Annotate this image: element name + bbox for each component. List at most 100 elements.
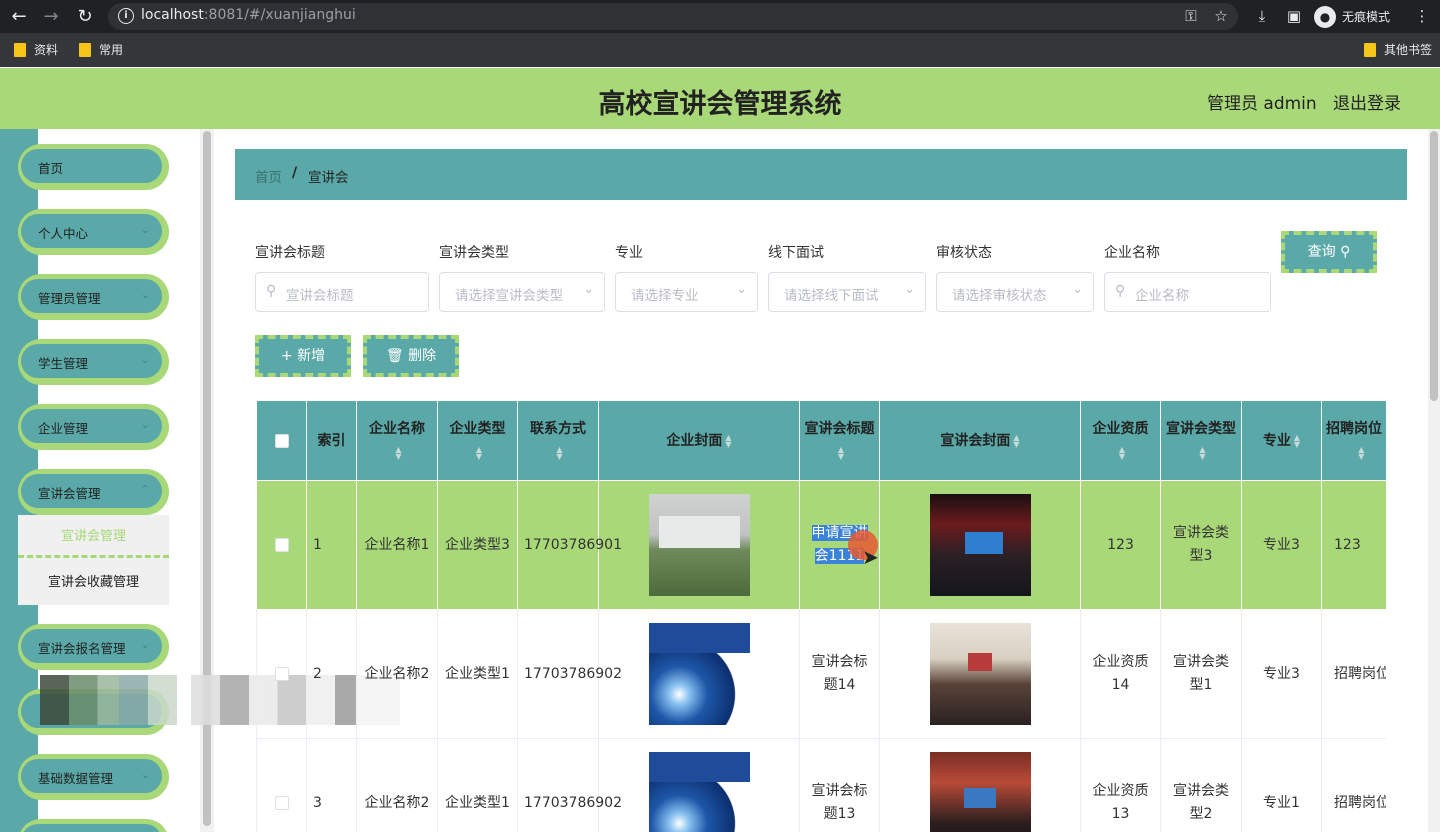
column-header[interactable]: 企业类型 ▲ ▼ — [437, 400, 518, 481]
submenu-item-seminar-favorites[interactable]: 宣讲会收藏管理 — [18, 560, 169, 605]
sidebar-item-students[interactable]: 学生管理 ⌄ — [18, 339, 169, 385]
cell-company-cover — [598, 609, 800, 739]
select-all-cell[interactable] — [256, 400, 307, 481]
chevron-down-icon: ⌄ — [583, 282, 594, 297]
sidebar-item-more[interactable] — [18, 819, 169, 832]
sidebar-item-label: 宣讲会管理 — [38, 486, 101, 501]
sort-icon[interactable]: ▲ ▼ — [1358, 445, 1364, 460]
row-checkbox[interactable] — [274, 666, 289, 681]
filter-label-major: 专业 — [615, 245, 643, 261]
address-bar[interactable]: i localhost:8081/#/xuanjianghui ⚿ ☆ — [108, 3, 1238, 30]
cell-index: 3 — [306, 738, 357, 832]
column-header[interactable]: 企业封面 ▲ ▼ — [598, 400, 800, 481]
download-icon[interactable]: ⤓ — [1251, 5, 1273, 27]
breadcrumb-home[interactable]: 首页 — [255, 166, 282, 186]
sidebar: 首页 个人中心 ⌄ 管理员管理 ⌄ 学生管理 ⌄ 企业管理 ⌄ 宣讲会管理 ⌃ 宣讲会管理… — [0, 129, 200, 832]
sort-icon[interactable]: ▲ ▼ — [725, 433, 731, 448]
company-cover-image[interactable] — [648, 752, 750, 832]
filter-label-type: 宣讲会类型 — [439, 245, 509, 261]
logout-link[interactable]: 退出登录 — [1333, 89, 1401, 114]
column-header[interactable]: 宣讲会标题▲ ▼ — [799, 400, 880, 481]
major-select[interactable]: 请选择专业 ⌄ — [615, 272, 758, 312]
sort-icon[interactable]: ▲ ▼ — [1119, 445, 1125, 460]
forward-icon[interactable]: → — [38, 4, 64, 30]
column-header[interactable]: 宣讲会类型▲ ▼ — [1160, 400, 1242, 481]
column-header[interactable]: 宣讲会封面 ▲ ▼ — [879, 400, 1081, 481]
chevron-down-icon: ⌄ — [140, 638, 150, 651]
table-row[interactable]: 2 企业名称2 企业类型1 17703786902 宣讲会标题14 企业资质14… — [256, 609, 1386, 739]
query-button[interactable]: 查询 ⚲ — [1281, 231, 1377, 273]
company-search-input[interactable]: ⚲ 企业名称 — [1104, 272, 1271, 312]
bookmark-folder[interactable]: 常用 — [79, 41, 123, 58]
seminar-table: 索引 企业名称 ▲ ▼ 企业类型 ▲ ▼ 联系方式 ▲ ▼ 企业封面 ▲ ▼ 宣讲会标题▲ ▼ 宣… — [256, 400, 1386, 832]
sort-icon[interactable]: ▲ ▼ — [395, 445, 401, 460]
row-select-cell[interactable] — [256, 609, 307, 739]
reload-icon[interactable]: ↻ — [72, 4, 98, 30]
interview-select[interactable]: 请选择线下面试 ⌄ — [768, 272, 926, 312]
sidebar-item-basedata[interactable]: 基础数据管理 ⌄ — [18, 754, 169, 800]
chevron-down-icon: ⌄ — [1072, 282, 1083, 297]
back-icon[interactable]: ← — [6, 4, 32, 30]
status-select[interactable]: 请选择审核状态 ⌄ — [936, 272, 1094, 312]
page-scrollbar[interactable] — [1428, 129, 1440, 832]
delete-button[interactable]: 🗑 删除 — [363, 335, 459, 377]
seminar-cover-image[interactable] — [929, 494, 1031, 596]
cell-company: 企业名称2 — [356, 609, 438, 739]
bookmark-folder[interactable]: 资料 — [14, 41, 58, 58]
submenu-item-seminar-manage[interactable]: 宣讲会管理 — [18, 515, 169, 558]
site-info-icon[interactable]: i — [118, 8, 134, 24]
sidebar-item-admins[interactable]: 管理员管理 ⌄ — [18, 274, 169, 320]
sidebar-item-profile[interactable]: 个人中心 ⌄ — [18, 209, 169, 255]
other-bookmarks[interactable]: 其他书签 — [1364, 41, 1432, 58]
sidepanel-icon[interactable]: ▣ — [1283, 5, 1305, 27]
sort-icon[interactable]: ▲ ▼ — [838, 445, 844, 460]
seminar-cover-image[interactable] — [929, 752, 1031, 832]
column-header[interactable]: 招聘岗位 ▲ ▼ — [1321, 400, 1386, 481]
type-select[interactable]: 请选择宣讲会类型 ⌄ — [439, 272, 605, 312]
sidebar-item-registrations[interactable]: 宣讲会报名管理 ⌄ — [18, 624, 169, 670]
column-header[interactable]: 企业名称 ▲ ▼ — [356, 400, 438, 481]
sidebar-item-companies[interactable]: 企业管理 ⌄ — [18, 404, 169, 450]
title-search-input[interactable]: ⚲ 宣讲会标题 — [255, 272, 429, 312]
sidebar-item-home[interactable]: 首页 — [18, 144, 169, 190]
cell-company-cover — [598, 738, 800, 832]
scrollbar-thumb[interactable] — [1430, 131, 1438, 401]
table-row[interactable]: 3 企业名称2 企业类型1 17703786902 宣讲会标题13 企业资质13… — [256, 738, 1386, 832]
sort-icon[interactable]: ▲ ▼ — [1013, 433, 1019, 448]
table-row[interactable]: 1 企业名称1 企业类型3 17703786901 申请宣讲会1111 123 … — [256, 480, 1386, 610]
cell-type: 企业类型3 — [437, 480, 518, 610]
add-button[interactable]: + 新增 — [255, 335, 351, 377]
company-cover-image[interactable] — [648, 494, 750, 596]
column-header[interactable]: 专业 ▲ ▼ — [1241, 400, 1322, 481]
sidebar-item-seminars[interactable]: 宣讲会管理 ⌃ — [18, 469, 169, 515]
star-icon[interactable]: ☆ — [1210, 5, 1232, 27]
incognito-indicator[interactable]: ● 无痕模式 — [1314, 4, 1390, 29]
cell-qualification: 企业资质14 — [1080, 609, 1161, 739]
column-header[interactable]: 联系方式 ▲ ▼ — [517, 400, 599, 481]
sort-icon[interactable]: ▲ ▼ — [476, 445, 482, 460]
column-header[interactable]: 企业资质 ▲ ▼ — [1080, 400, 1161, 481]
company-cover-image[interactable] — [648, 623, 750, 725]
seminar-cover-image[interactable] — [929, 623, 1031, 725]
cell-job: 招聘岗位14 — [1321, 609, 1386, 739]
chevron-down-icon: ⌄ — [140, 288, 150, 301]
more-menu-icon[interactable]: ⋮ — [1411, 5, 1433, 27]
folder-icon — [14, 42, 26, 57]
row-checkbox[interactable] — [274, 795, 289, 810]
search-icon: ⚲ — [1340, 244, 1351, 260]
row-checkbox[interactable] — [274, 537, 289, 552]
sort-icon[interactable]: ▲ ▼ — [1294, 433, 1300, 448]
sort-icon[interactable]: ▲ ▼ — [1199, 445, 1205, 460]
incognito-icon: ● — [1314, 5, 1336, 28]
sidebar-scrollbar[interactable] — [200, 129, 214, 832]
filter-label-company: 企业名称 — [1104, 245, 1160, 261]
sidebar-item-label: 学生管理 — [38, 356, 89, 371]
row-select-cell[interactable] — [256, 738, 307, 832]
sort-icon[interactable]: ▲ ▼ — [556, 445, 562, 460]
cell-company-cover — [598, 480, 800, 610]
select-all-checkbox[interactable] — [274, 433, 289, 448]
row-select-cell[interactable] — [256, 480, 307, 610]
key-icon[interactable]: ⚿ — [1180, 5, 1202, 27]
chevron-down-icon: ⌄ — [140, 223, 150, 236]
url-text[interactable]: localhost:8081/#/xuanjianghui — [141, 7, 356, 23]
